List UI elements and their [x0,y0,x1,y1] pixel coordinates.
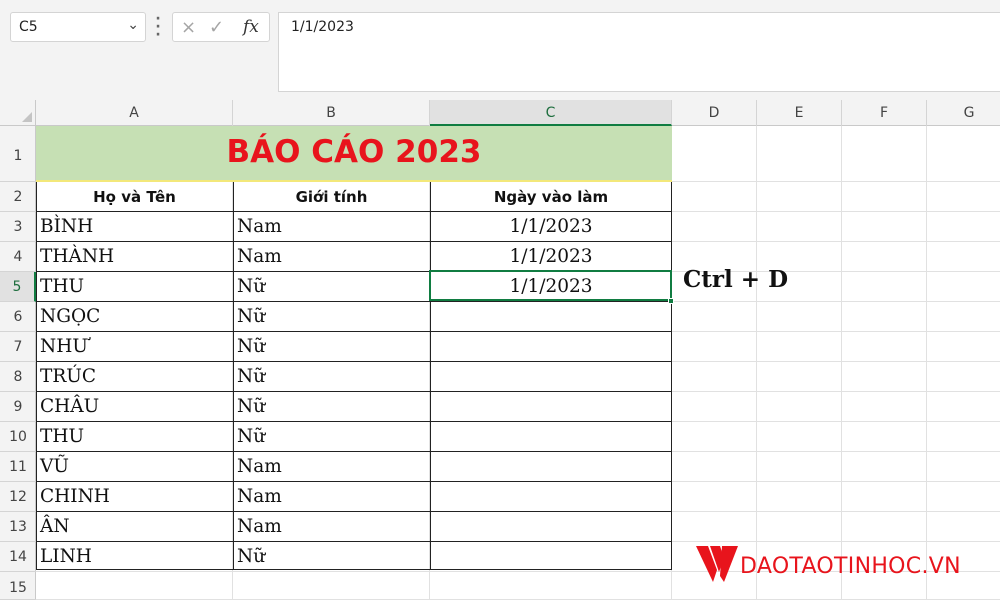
name-cell[interactable]: THU [40,272,84,302]
gridline [841,126,842,600]
column-header-a[interactable]: A [36,100,233,126]
formula-controls: × ✓ fx [172,12,270,42]
row-header-8[interactable]: 8 [0,362,36,392]
column-header-f[interactable]: F [842,100,927,126]
select-all-corner[interactable] [0,100,36,126]
row-header-11[interactable]: 11 [0,452,36,482]
table-header[interactable]: Họ và Tên [36,182,233,212]
name-cell[interactable]: NGỌC [40,302,100,332]
brand-watermark-text: DAOTAOTINHOC.VN [740,554,961,579]
date-cell[interactable] [430,422,672,452]
row-header-12[interactable]: 12 [0,482,36,512]
row-headers: 1 2 3 4 5 6 7 8 9 10 11 12 13 14 15 [0,126,36,600]
row-header-4[interactable]: 4 [0,242,36,272]
formula-value: 1/1/2023 [291,19,354,35]
more-options-icon[interactable]: · · · [154,12,162,42]
name-box[interactable]: C5 ⌄ [10,12,146,42]
column-header-c[interactable]: C [430,100,672,126]
column-header-e[interactable]: E [757,100,842,126]
select-all-icon [22,112,32,122]
column-header-d[interactable]: D [672,100,757,126]
date-cell[interactable] [430,542,672,572]
shortcut-annotation: Ctrl + D [683,266,789,293]
date-cell[interactable] [430,452,672,482]
date-cell[interactable]: 1/1/2023 [430,212,672,242]
gender-cell[interactable]: Nữ [237,422,265,452]
gender-cell[interactable]: Nam [237,452,282,482]
row-header-14[interactable]: 14 [0,542,36,572]
column-header-g[interactable]: G [927,100,1000,126]
row-header-13[interactable]: 13 [0,512,36,542]
gridline [756,126,757,600]
name-cell[interactable]: CHÂU [40,392,99,422]
row-header-10[interactable]: 10 [0,422,36,452]
enter-icon[interactable]: ✓ [209,17,224,38]
column-headers: ABCDEFG [36,100,1000,126]
gender-cell[interactable]: Nữ [237,392,265,422]
worksheet-grid[interactable]: BÁO CÁO 2023 Họ và Tên Giới tính Ngày vào … [36,126,1000,600]
name-cell[interactable]: BÌNH [40,212,93,242]
row-header-6[interactable]: 6 [0,302,36,332]
gender-cell[interactable]: Nữ [237,302,265,332]
name-cell[interactable]: ÂN [40,512,70,542]
date-cell[interactable] [430,302,672,332]
name-cell[interactable]: THU [40,422,84,452]
fill-handle[interactable] [668,298,674,304]
row-header-7[interactable]: 7 [0,332,36,362]
date-cell[interactable] [430,392,672,422]
gender-cell[interactable]: Nữ [237,332,265,362]
row-header-9[interactable]: 9 [0,392,36,422]
column-header-b[interactable]: B [233,100,430,126]
brand-logo: DAOTAOTINHOC.VN [694,542,994,592]
gender-cell[interactable]: Nam [237,512,282,542]
formula-bar-area: C5 ⌄ · · · × ✓ fx 1/1/2023 [0,0,1000,100]
date-cell[interactable]: 1/1/2023 [430,242,672,272]
table-header[interactable]: Giới tính [233,182,430,212]
report-title: BÁO CÁO 2023 [226,134,482,170]
date-cell[interactable] [430,512,672,542]
name-cell[interactable]: THÀNH [40,242,114,272]
row-header-1[interactable]: 1 [0,126,36,182]
row-header-2[interactable]: 2 [0,182,36,212]
chevron-down-icon[interactable]: ⌄ [127,17,139,33]
brand-logo-icon [696,546,738,582]
insert-function-icon[interactable]: fx [243,17,259,37]
row-header-3[interactable]: 3 [0,212,36,242]
name-cell[interactable]: TRÚC [40,362,96,392]
name-box-value: C5 [19,19,38,35]
name-cell[interactable]: NHƯ [40,332,88,362]
name-cell[interactable]: LINH [40,542,92,572]
gender-cell[interactable]: Nữ [237,272,265,302]
cancel-icon[interactable]: × [181,17,196,38]
table-header[interactable]: Ngày vào làm [430,182,672,212]
title-cell[interactable]: BÁO CÁO 2023 [36,126,672,182]
name-cell[interactable]: VŨ [40,452,69,482]
gridline [926,126,927,600]
gender-cell[interactable]: Nam [237,482,282,512]
formula-input[interactable]: 1/1/2023 [278,12,1000,92]
active-cell-selection[interactable] [429,270,672,301]
gender-cell[interactable]: Nam [237,212,282,242]
name-cell[interactable]: CHINH [40,482,110,512]
gender-cell[interactable]: Nữ [237,542,265,572]
gender-cell[interactable]: Nữ [237,362,265,392]
date-cell[interactable] [430,362,672,392]
row-header-15[interactable]: 15 [0,572,36,600]
row-header-5[interactable]: 5 [0,272,36,302]
date-cell[interactable] [430,332,672,362]
date-cell[interactable] [430,482,672,512]
gender-cell[interactable]: Nam [237,242,282,272]
